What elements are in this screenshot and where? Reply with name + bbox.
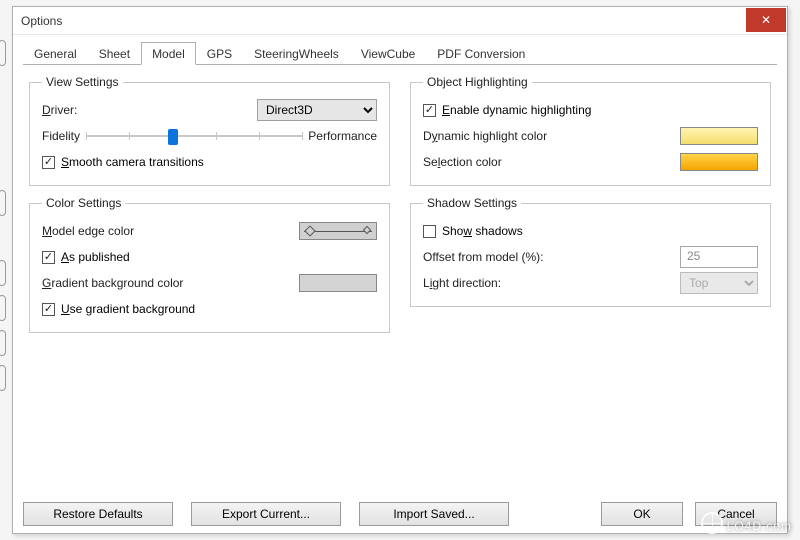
checkbox-icon (423, 104, 436, 117)
close-icon: ✕ (761, 13, 771, 27)
show-shadows-label: Show shadows (442, 224, 523, 238)
gradient-bg-color-label: Gradient background color (42, 276, 183, 290)
offset-input[interactable]: 25 (680, 246, 758, 268)
enable-highlighting-label: Enable dynamic highlighting (442, 103, 591, 117)
smooth-camera-checkbox[interactable]: Smooth camera transitions (42, 149, 377, 175)
view-settings-group: View Settings Driver: Direct3D Fidelity (29, 75, 390, 186)
selection-color-swatch[interactable] (680, 153, 758, 171)
checkbox-icon (423, 225, 436, 238)
model-edge-color-swatch[interactable] (299, 222, 377, 240)
light-direction-label: Light direction: (423, 276, 501, 290)
object-highlighting-legend: Object Highlighting (423, 75, 532, 89)
model-edge-color-label: Model edge color (42, 224, 134, 238)
checkbox-icon (42, 251, 55, 264)
show-shadows-checkbox[interactable]: Show shadows (423, 218, 758, 244)
performance-label: Performance (308, 129, 377, 143)
dynamic-highlight-color-swatch[interactable] (680, 127, 758, 145)
cancel-button[interactable]: Cancel (695, 502, 777, 526)
checkbox-icon (42, 156, 55, 169)
driver-select[interactable]: Direct3D (257, 99, 377, 121)
tab-sheet[interactable]: Sheet (88, 42, 141, 65)
ok-button[interactable]: OK (601, 502, 683, 526)
options-dialog: Options ✕ General Sheet Model GPS Steeri… (12, 6, 788, 534)
tab-general[interactable]: General (23, 42, 88, 65)
use-gradient-label: Use gradient background (61, 302, 195, 316)
tab-model[interactable]: Model (141, 42, 196, 65)
as-published-checkbox[interactable]: As published (42, 244, 377, 270)
import-saved-button[interactable]: Import Saved... (359, 502, 509, 526)
smooth-camera-label: Smooth camera transitions (61, 155, 204, 169)
use-gradient-checkbox[interactable]: Use gradient background (42, 296, 377, 322)
color-settings-group: Color Settings Model edge color As publi… (29, 196, 390, 333)
restore-defaults-button[interactable]: Restore Defaults (23, 502, 173, 526)
dynamic-highlight-color-label: Dynamic highlight color (423, 129, 547, 143)
gradient-bg-color-swatch[interactable] (299, 274, 377, 292)
titlebar: Options ✕ (13, 7, 787, 35)
fidelity-slider[interactable] (86, 126, 302, 146)
tab-gps[interactable]: GPS (196, 42, 243, 65)
tab-viewcube[interactable]: ViewCube (350, 42, 426, 65)
driver-label: Driver: (42, 103, 77, 117)
fidelity-label: Fidelity (42, 129, 80, 143)
dialog-footer: Restore Defaults Export Current... Impor… (13, 495, 787, 533)
light-direction-select[interactable]: Top (680, 272, 758, 294)
object-highlighting-group: Object Highlighting Enable dynamic highl… (410, 75, 771, 186)
tabs: General Sheet Model GPS SteeringWheels V… (23, 41, 777, 65)
enable-highlighting-checkbox[interactable]: Enable dynamic highlighting (423, 97, 758, 123)
shadow-settings-group: Shadow Settings Show shadows Offset from… (410, 196, 771, 307)
as-published-label: As published (61, 250, 130, 264)
tab-pdf-conversion[interactable]: PDF Conversion (426, 42, 536, 65)
close-button[interactable]: ✕ (746, 8, 786, 32)
checkbox-icon (42, 303, 55, 316)
offset-label: Offset from model (%): (423, 250, 543, 264)
color-settings-legend: Color Settings (42, 196, 125, 210)
window-title: Options (21, 14, 746, 28)
export-current-button[interactable]: Export Current... (191, 502, 341, 526)
view-settings-legend: View Settings (42, 75, 123, 89)
shadow-settings-legend: Shadow Settings (423, 196, 521, 210)
selection-color-label: Selection color (423, 155, 502, 169)
tab-steeringwheels[interactable]: SteeringWheels (243, 42, 350, 65)
